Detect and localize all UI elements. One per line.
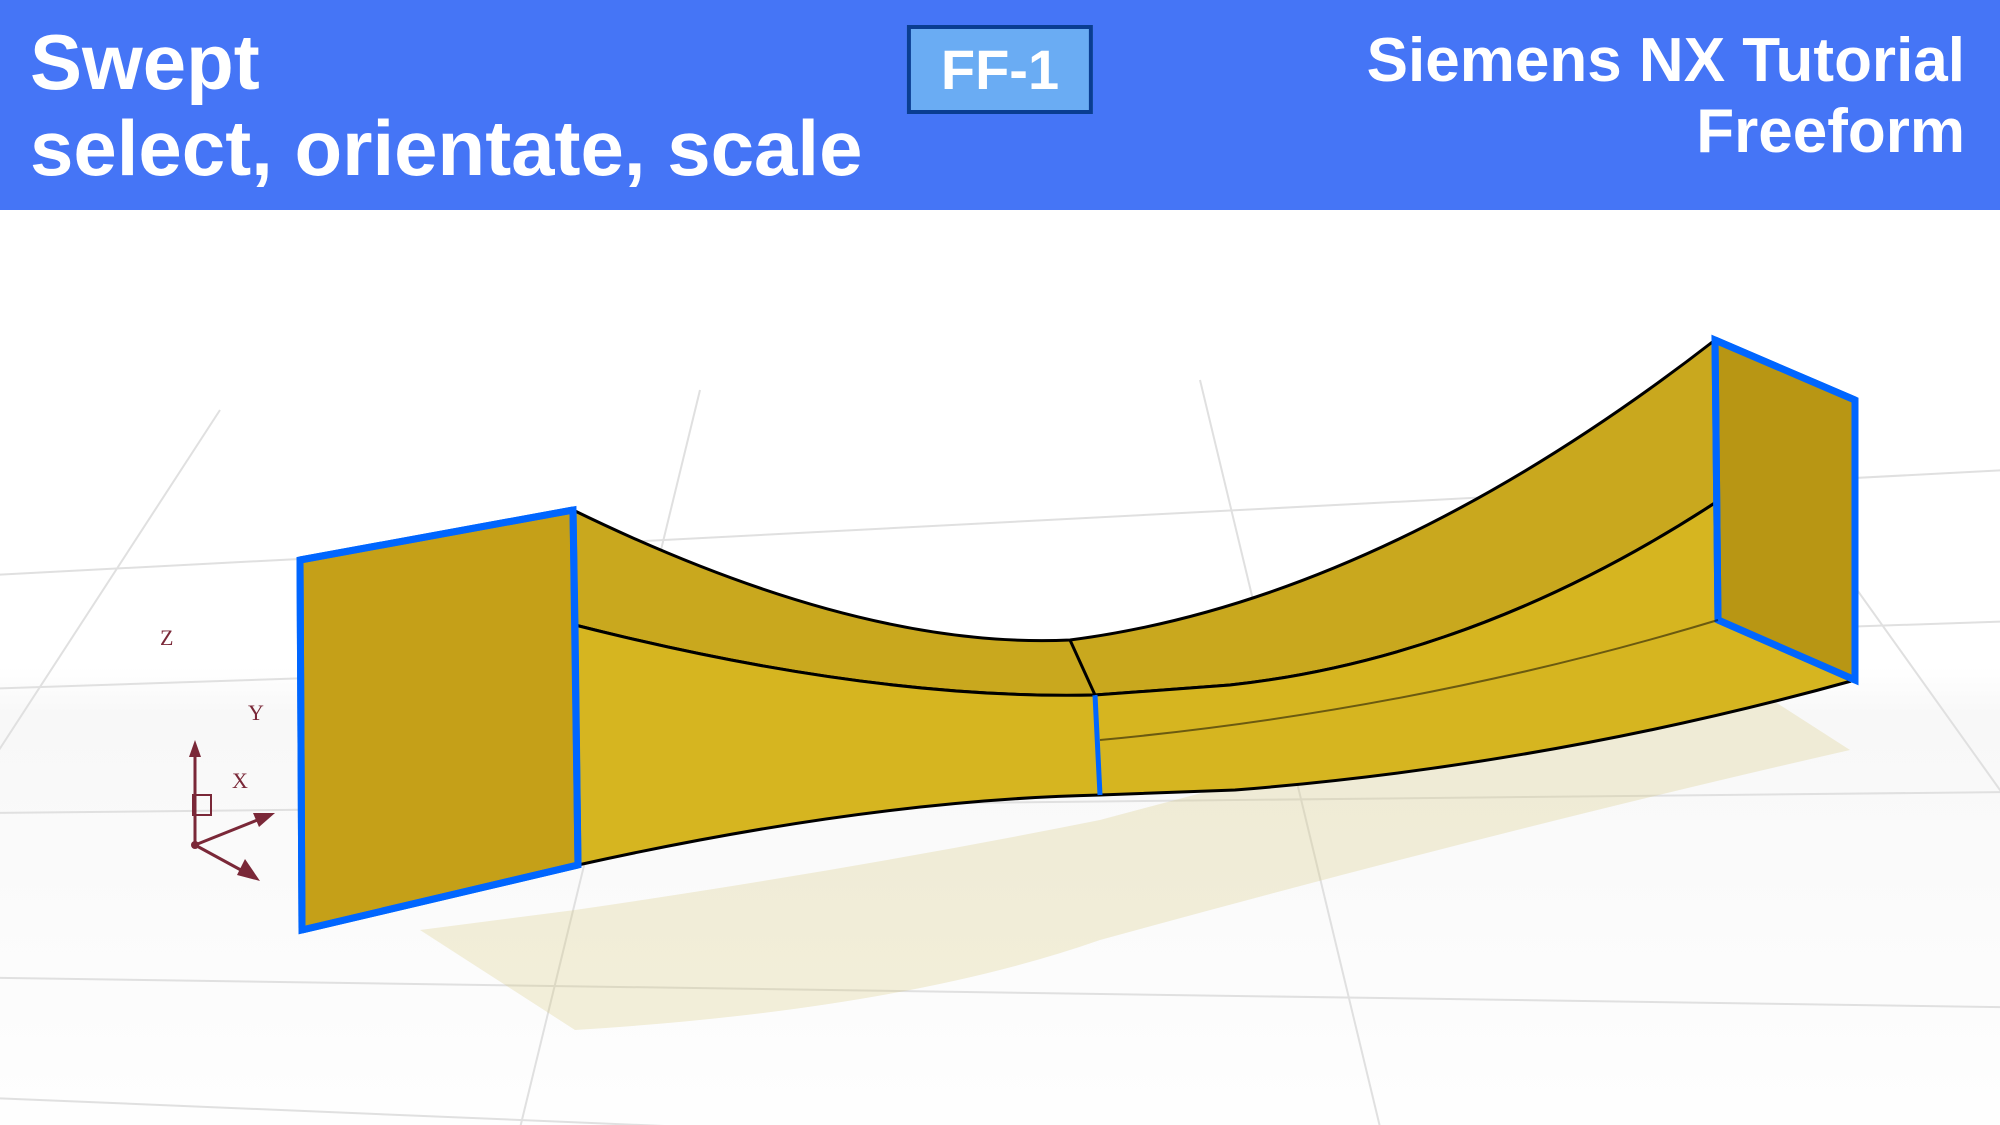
axis-z-label: Z (160, 625, 173, 651)
axis-x-label: X (232, 768, 248, 794)
tutorial-line2: Freeform (1367, 96, 1965, 167)
viewport-3d[interactable]: Z Y X (0, 210, 2000, 1125)
floor-grid (0, 210, 2000, 1125)
axis-y-label: Y (248, 700, 264, 726)
lesson-badge: FF-1 (907, 25, 1093, 114)
tutorial-line1: Siemens NX Tutorial (1367, 25, 1965, 96)
title-line2: select, orientate, scale (30, 106, 862, 192)
main-title: Swept select, orientate, scale (30, 20, 862, 192)
section-left (300, 510, 578, 930)
title-line1: Swept (30, 20, 862, 106)
header-banner: Swept select, orientate, scale FF-1 Siem… (0, 0, 2000, 210)
tutorial-title: Siemens NX Tutorial Freeform (1367, 25, 1965, 167)
